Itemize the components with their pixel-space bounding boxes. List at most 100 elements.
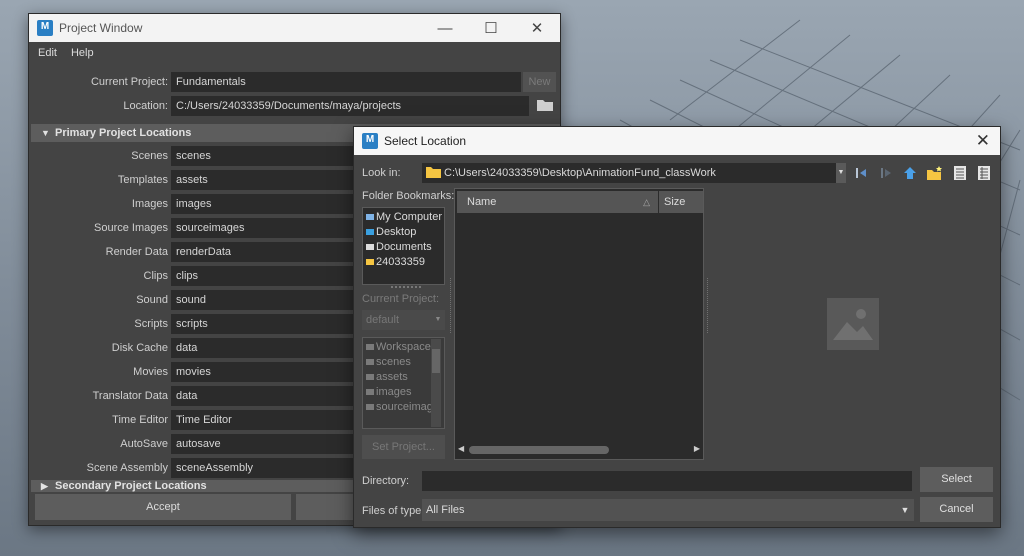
- location-row-field[interactable]: assets: [171, 170, 356, 190]
- back-icon[interactable]: [852, 164, 870, 182]
- column-header-name[interactable]: Name △: [457, 191, 658, 213]
- location-row-field[interactable]: sceneAssembly: [171, 458, 356, 478]
- detail-view-icon[interactable]: [975, 164, 993, 182]
- maya-app-icon: M: [362, 133, 378, 149]
- forward-icon[interactable]: [877, 164, 895, 182]
- select-location-dialog: M Select Location ✕ Look in: C:\Users\24…: [353, 126, 1001, 528]
- scroll-left-icon[interactable]: ◀: [458, 444, 464, 453]
- sort-ascending-icon: △: [643, 197, 650, 207]
- folder-icon: [366, 374, 374, 381]
- files-of-type-combo[interactable]: All Files ▼: [422, 499, 914, 521]
- bookmark-label: Desktop: [376, 226, 417, 238]
- folder-browse-icon[interactable]: [536, 98, 556, 114]
- preview-splitter[interactable]: [707, 278, 708, 333]
- dialog-title: Select Location: [384, 134, 467, 148]
- maya-app-icon: M: [37, 20, 53, 36]
- project-window-titlebar: M Project Window — ☐ ✕: [29, 14, 560, 42]
- location-label: Location:: [123, 100, 168, 112]
- select-location-titlebar: M Select Location ✕: [354, 127, 1000, 155]
- look-in-combo[interactable]: C:\Users\24033359\Desktop\AnimationFund_…: [422, 163, 846, 183]
- project-folder-label: images: [376, 386, 412, 398]
- scroll-right-icon[interactable]: ▶: [694, 444, 700, 453]
- location-row-label: Source Images: [94, 222, 168, 234]
- location-row-field[interactable]: data: [171, 386, 356, 406]
- folder-bookmarks-list: My Computer Desktop Documents 24033359: [362, 207, 445, 285]
- current-project-value: default: [366, 314, 400, 326]
- maximize-button[interactable]: ☐: [468, 14, 514, 42]
- location-row-field[interactable]: data: [171, 338, 356, 358]
- project-folder-item[interactable]: scenes: [363, 355, 431, 370]
- bookmark-item[interactable]: Desktop: [363, 225, 444, 240]
- folder-bookmarks-label: Folder Bookmarks:: [362, 190, 455, 202]
- list-view-icon[interactable]: [951, 164, 969, 182]
- menubar: Edit Help: [29, 42, 560, 64]
- bookmark-item[interactable]: My Computer: [363, 210, 444, 225]
- location-row-label: Clips: [143, 270, 168, 282]
- bookmark-item[interactable]: Documents: [363, 240, 444, 255]
- close-button[interactable]: ✕: [514, 14, 560, 42]
- location-row-field[interactable]: autosave: [171, 434, 356, 454]
- location-row-field[interactable]: scripts: [171, 314, 356, 334]
- location-row-field[interactable]: scenes: [171, 146, 356, 166]
- chevron-down-icon: ▼: [431, 310, 445, 330]
- location-row-field[interactable]: Time Editor: [171, 410, 356, 430]
- project-folder-item[interactable]: Workspace R...: [363, 340, 431, 355]
- folder-icon: [366, 359, 374, 366]
- directory-input[interactable]: [422, 471, 912, 491]
- desktop-icon: [366, 229, 374, 236]
- chevron-down-icon: ▼: [836, 163, 846, 183]
- minimize-button[interactable]: —: [422, 14, 468, 42]
- project-folder-label: scenes: [376, 356, 411, 368]
- location-row-label: Sound: [136, 294, 168, 306]
- project-list-scrollbar[interactable]: [431, 339, 441, 427]
- location-row-label: Disk Cache: [111, 342, 168, 354]
- panel-splitter[interactable]: [450, 278, 451, 333]
- secondary-locations-label: Secondary Project Locations: [55, 480, 207, 492]
- location-row-field[interactable]: movies: [171, 362, 356, 382]
- current-project-combo[interactable]: default ▼: [362, 310, 445, 330]
- set-project-button[interactable]: Set Project...: [362, 435, 445, 459]
- project-folder-label: Workspace R...: [376, 341, 431, 353]
- look-in-label: Look in:: [362, 167, 401, 179]
- splitter-handle[interactable]: [391, 286, 421, 288]
- parent-folder-icon[interactable]: [901, 164, 919, 182]
- accept-button[interactable]: Accept: [35, 494, 291, 520]
- close-button[interactable]: ✕: [976, 131, 990, 151]
- select-button[interactable]: Select: [920, 467, 993, 492]
- location-row-label: Scripts: [134, 318, 168, 330]
- location-row-label: Scene Assembly: [86, 462, 168, 474]
- folder-icon: [366, 389, 374, 396]
- cancel-button[interactable]: Cancel: [920, 497, 993, 522]
- location-row-field[interactable]: renderData: [171, 242, 356, 262]
- project-folder-item[interactable]: images: [363, 385, 431, 400]
- menu-help[interactable]: Help: [71, 47, 94, 59]
- column-header-size[interactable]: Size: [659, 191, 703, 213]
- current-project-field[interactable]: Fundamentals: [171, 72, 521, 92]
- menu-edit[interactable]: Edit: [38, 47, 57, 59]
- image-preview-icon: [827, 298, 879, 350]
- location-row-label: Templates: [117, 174, 168, 186]
- location-row-field[interactable]: sourceimages: [171, 218, 356, 238]
- horizontal-scrollbar[interactable]: ◀ ▶: [457, 444, 701, 456]
- bookmark-item[interactable]: 24033359: [363, 255, 444, 270]
- bookmark-label: My Computer: [376, 211, 443, 223]
- location-row-field[interactable]: images: [171, 194, 356, 214]
- location-row-label: Movies: [133, 366, 168, 378]
- new-project-button[interactable]: New: [523, 72, 556, 92]
- new-folder-icon[interactable]: [926, 164, 944, 182]
- project-folder-item[interactable]: assets: [363, 370, 431, 385]
- save-button[interactable]: [296, 494, 356, 520]
- primary-locations-label: Primary Project Locations: [55, 127, 192, 139]
- scrollbar-thumb[interactable]: [469, 446, 609, 454]
- location-row-label: Time Editor: [112, 414, 168, 426]
- location-row-field[interactable]: sound: [171, 290, 356, 310]
- location-row-field[interactable]: clips: [171, 266, 356, 286]
- bookmark-label: 24033359: [376, 256, 425, 268]
- project-folder-label: sourceimage: [376, 401, 431, 413]
- location-field[interactable]: C:/Users/24033359/Documents/maya/project…: [171, 96, 529, 116]
- chevron-down-icon: ▼: [896, 499, 914, 521]
- folder-icon: [426, 167, 441, 178]
- file-list[interactable]: Name △ Size ◀ ▶: [454, 188, 704, 460]
- files-of-type-label: Files of type:: [362, 505, 425, 517]
- project-folder-item[interactable]: sourceimage: [363, 400, 431, 415]
